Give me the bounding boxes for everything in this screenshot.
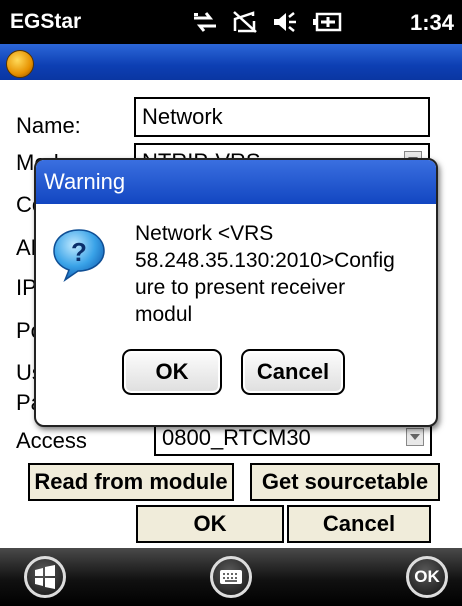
dialog-message-line: 58.248.35.130:2010>Config (135, 249, 395, 272)
taskbar: OK (0, 548, 462, 606)
warning-dialog: Warning ? Network <VRS 58.248.35.130:201… (34, 158, 438, 427)
keyboard-icon[interactable] (210, 556, 252, 598)
windows-start-icon[interactable] (24, 556, 66, 598)
name-input[interactable]: Network (134, 97, 430, 137)
dialog-message-line: ure to present receiver (135, 276, 346, 299)
dialog-message: Network <VRS 58.248.35.130:2010>Config u… (135, 220, 425, 328)
dialog-title: Warning (36, 160, 436, 204)
question-icon: ? (53, 229, 105, 282)
no-signal-icon (233, 11, 257, 33)
ok-button[interactable]: OK (136, 505, 284, 543)
dialog-message-line: modul (135, 303, 193, 326)
svg-text:?: ? (71, 237, 87, 267)
windows-flag-icon (35, 565, 55, 589)
network-sync-icon (194, 12, 216, 32)
status-icons (192, 8, 342, 36)
access-label: Access (16, 428, 87, 453)
access-value: 0800_RTCM30 (162, 425, 311, 450)
chevron-down-icon[interactable] (406, 428, 424, 446)
read-from-module-button[interactable]: Read from module (28, 463, 234, 501)
ok-icon[interactable]: OK (406, 556, 448, 598)
status-bar: EGStar 1:34 (0, 0, 462, 44)
clock: 1:34 (409, 10, 454, 35)
app-logo-icon (6, 50, 34, 78)
dialog-ok-button[interactable]: OK (122, 349, 222, 395)
name-label: Name: (16, 113, 81, 138)
cancel-button[interactable]: Cancel (287, 505, 431, 543)
volume-icon (274, 12, 296, 32)
dialog-cancel-button[interactable]: Cancel (241, 349, 345, 395)
dialog-message-line: Network <VRS (135, 222, 274, 245)
keyboard-glyph-icon (220, 570, 242, 584)
battery-icon (313, 12, 342, 32)
get-sourcetable-button[interactable]: Get sourcetable (250, 463, 440, 501)
title-bar (0, 44, 462, 80)
app-name: EGStar (10, 10, 82, 33)
